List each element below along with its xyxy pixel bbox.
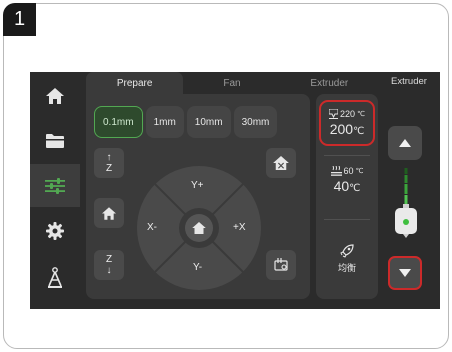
step-1mm-button[interactable]: 1mm (145, 106, 184, 138)
sidebar-item-files[interactable] (30, 119, 80, 162)
tab-bar: Prepare Fan Extruder (86, 72, 378, 94)
folder-icon (46, 133, 64, 148)
gear-icon (46, 221, 64, 240)
step-badge: 1 (3, 3, 36, 36)
tab-prepare[interactable]: Prepare (86, 72, 184, 94)
tab-fan[interactable]: Fan (183, 72, 280, 94)
home-xy-button[interactable] (266, 148, 296, 178)
nozzle-icon (329, 109, 339, 119)
home-center-button[interactable] (179, 208, 219, 248)
bed-level-icon (274, 258, 288, 271)
sidebar (30, 72, 80, 309)
y-plus-button[interactable]: Y+ (191, 180, 204, 191)
z-up-button[interactable]: ↑ Z (94, 148, 124, 178)
triangle-down-icon (399, 269, 411, 277)
bed-temperature[interactable]: 60 ℃ 40℃ (319, 166, 375, 194)
move-panel: 0.1mm 1mm 10mm 30mm ↑ Z Z ↓ Y+ Y- X- +X (86, 94, 310, 299)
rocket-icon (340, 244, 354, 258)
extrude-down-button[interactable] (388, 256, 422, 290)
z-down-button[interactable]: Z ↓ (94, 250, 124, 280)
x-plus-button[interactable]: +X (233, 222, 246, 233)
printer-tower-icon (48, 266, 62, 288)
step-0.1mm-button[interactable]: 0.1mm (94, 106, 143, 138)
tab-extruder[interactable]: Extruder (281, 72, 378, 94)
triangle-up-icon (399, 139, 411, 147)
x-minus-button[interactable]: X- (147, 222, 157, 233)
printer-screen: Prepare Fan Extruder 0.1mm 1mm 10mm 30mm… (30, 72, 440, 309)
home-icon (102, 206, 116, 220)
extruder-head-icon (395, 168, 417, 238)
sidebar-item-controls[interactable] (30, 164, 80, 207)
sidebar-item-home[interactable] (30, 74, 80, 117)
arrow-down-icon: ↓ (106, 265, 112, 276)
home-icon (192, 222, 206, 234)
home-all-button[interactable] (94, 198, 124, 228)
sidebar-item-settings[interactable] (30, 209, 80, 252)
extruder-label: Extruder (391, 76, 427, 87)
step-size-selector: 0.1mm 1mm 10mm 30mm (94, 106, 278, 138)
step-30mm-button[interactable]: 30mm (233, 106, 278, 138)
jog-pad: Y+ Y- X- +X (137, 166, 261, 290)
sliders-icon (45, 177, 65, 194)
fan-mode[interactable]: 均衡 (319, 244, 375, 274)
home-icon (46, 87, 64, 104)
step-10mm-button[interactable]: 10mm (186, 106, 231, 138)
temperature-panel: 220 ℃ 200℃ 60 ℃ 40℃ 均衡 (316, 94, 378, 299)
heated-bed-icon (330, 166, 342, 176)
nozzle-temperature[interactable]: 220 ℃ 200℃ (319, 100, 375, 146)
extrude-up-button[interactable] (388, 126, 422, 160)
sidebar-item-printer[interactable] (30, 256, 80, 299)
y-minus-button[interactable]: Y- (193, 262, 202, 273)
calibrate-button[interactable] (266, 250, 296, 280)
arrow-up-icon: ↑ (106, 152, 112, 163)
home-xy-icon (273, 156, 289, 170)
